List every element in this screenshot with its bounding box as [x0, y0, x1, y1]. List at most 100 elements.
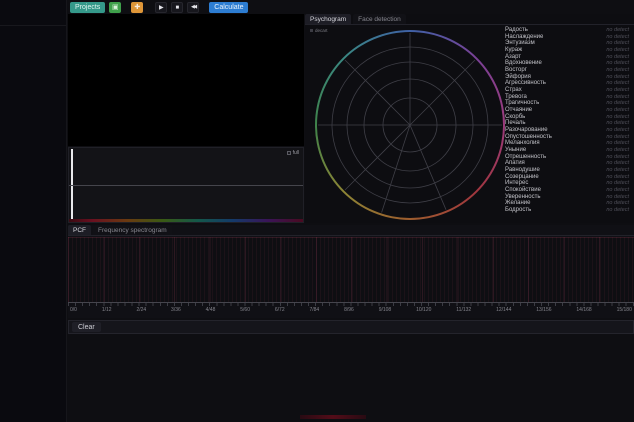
- open-media-icon-button[interactable]: ▣: [109, 2, 121, 13]
- emotion-name: Желание: [505, 200, 530, 206]
- full-checkbox[interactable]: full: [287, 150, 299, 156]
- emotion-row: Тревога no detect: [505, 94, 629, 101]
- emotion-value: no detect: [606, 167, 629, 173]
- tab-frequency-spectrogram[interactable]: Frequency spectrogram: [93, 225, 172, 235]
- waveform-panel[interactable]: full: [68, 147, 304, 223]
- rewind-icon: ◀◀: [191, 5, 196, 10]
- emotion-name: Печаль: [505, 120, 526, 126]
- emotion-name: Созерцание: [505, 174, 539, 180]
- emotion-name: Меланхолия: [505, 140, 540, 146]
- emotion-row: Желание no detect: [505, 200, 629, 207]
- axis-tick-label: 0/0: [70, 307, 77, 313]
- tab-pcf[interactable]: PCF: [68, 225, 91, 235]
- tab-psychogram[interactable]: Psychogram: [305, 14, 351, 24]
- plus-icon: ✚: [134, 4, 140, 11]
- emotion-name: Скорбь: [505, 114, 525, 120]
- emotion-row: Трагичность no detect: [505, 100, 629, 107]
- frame-icon: ▣: [112, 4, 119, 11]
- emotion-value: no detect: [606, 47, 629, 53]
- emotion-value: no detect: [606, 194, 629, 200]
- add-icon-button[interactable]: ✚: [131, 2, 143, 13]
- emotion-value: no detect: [606, 134, 629, 140]
- emotion-value: no detect: [606, 27, 629, 33]
- emotion-name: Азарт: [505, 54, 521, 60]
- emotion-value: no detect: [606, 54, 629, 60]
- emotion-row: Уныние no detect: [505, 147, 629, 154]
- emotion-name: Вдохновение: [505, 60, 542, 66]
- waveform-color-strip: [69, 219, 303, 222]
- axis-tick-label: 4/48: [206, 307, 216, 313]
- emotion-value: no detect: [606, 160, 629, 166]
- emotion-value: no detect: [606, 187, 629, 193]
- spectrogram-panel: PCF Frequency spectrogram 0/0 1/12 2/24 …: [68, 225, 634, 318]
- emotion-row: Азарт no detect: [505, 54, 629, 61]
- emotion-row: Радость no detect: [505, 27, 629, 34]
- emotion-name: Разочарование: [505, 127, 548, 133]
- emotion-value: no detect: [606, 120, 629, 126]
- emotion-name: Агрессивность: [505, 80, 546, 86]
- emotion-value: no detect: [606, 127, 629, 133]
- emotion-row: Апатия no detect: [505, 160, 629, 167]
- playhead-marker[interactable]: [71, 149, 73, 219]
- emotion-value: no detect: [606, 107, 629, 113]
- emotion-name: Интерес: [505, 180, 528, 186]
- emotion-value: no detect: [606, 80, 629, 86]
- emotion-value: no detect: [606, 74, 629, 80]
- legend-swatch-icon: [310, 29, 313, 32]
- clear-bar: Clear: [68, 320, 634, 334]
- emotion-row: Печаль no detect: [505, 120, 629, 127]
- play-button[interactable]: ▶: [155, 2, 167, 13]
- emotion-row: Равнодушие no detect: [505, 167, 629, 174]
- emotion-value: no detect: [606, 67, 629, 73]
- axis-tick-label: 15/180: [617, 307, 632, 313]
- checkbox-icon[interactable]: [287, 151, 291, 155]
- axis-tick-label: 5/60: [240, 307, 250, 313]
- emotion-value: no detect: [606, 154, 629, 160]
- emotion-name: Спокойствие: [505, 187, 541, 193]
- waveform-zero-line: [69, 185, 303, 186]
- tab-face-detection[interactable]: Face detection: [353, 14, 406, 24]
- emotion-row: Опустошенность no detect: [505, 134, 629, 141]
- clear-button[interactable]: Clear: [72, 322, 101, 332]
- emotion-name: Отрешенность: [505, 154, 546, 160]
- emotion-value: no detect: [606, 140, 629, 146]
- emotion-value: no detect: [606, 34, 629, 40]
- emotion-row: Уверенность no detect: [505, 194, 629, 201]
- axis-tick-label: 8/96: [344, 307, 354, 313]
- emotion-name: Наслаждение: [505, 34, 543, 40]
- spectrogram-plot-area[interactable]: [68, 237, 634, 302]
- emotion-row: Меланхолия no detect: [505, 140, 629, 147]
- emotion-row: Наслаждение no detect: [505, 34, 629, 41]
- emotion-name: Страх: [505, 87, 522, 93]
- axis-tick-label: 6/72: [275, 307, 285, 313]
- emotion-value: no detect: [606, 147, 629, 153]
- emotion-name: Отчаяние: [505, 107, 532, 113]
- emotion-value: no detect: [606, 114, 629, 120]
- emotion-value: no detect: [606, 200, 629, 206]
- emotion-name: Трагичность: [505, 100, 539, 106]
- emotion-name: Равнодушие: [505, 167, 540, 173]
- axis-tick-label: 7/84: [309, 307, 319, 313]
- calculate-button[interactable]: Calculate: [209, 2, 248, 13]
- stop-icon: ■: [175, 5, 179, 11]
- radar-grid: [315, 30, 505, 220]
- full-checkbox-label: full: [293, 150, 299, 156]
- projects-button[interactable]: Projects: [70, 2, 105, 13]
- left-sidebar[interactable]: [0, 0, 67, 422]
- axis-tick-label: 12/144: [496, 307, 511, 313]
- emotion-row: Отчаяние no detect: [505, 107, 629, 114]
- psychogram-radar-chart: [315, 30, 505, 220]
- rewind-button[interactable]: ◀◀: [187, 2, 199, 13]
- axis-tick-label: 9/108: [379, 307, 392, 313]
- emotion-row: Отрешенность no detect: [505, 154, 629, 161]
- bottom-red-artifact: [300, 415, 366, 419]
- spectrogram-axis-ticks: [68, 302, 634, 306]
- axis-tick-label: 11/132: [456, 307, 471, 313]
- axis-tick-label: 2/24: [136, 307, 146, 313]
- stop-button[interactable]: ■: [171, 2, 183, 13]
- psychogram-tabbar: Psychogram Face detection: [305, 14, 634, 25]
- emotion-row: Разочарование no detect: [505, 127, 629, 134]
- psychogram-panel: Psychogram Face detection decart: [305, 14, 634, 223]
- play-icon: ▶: [159, 5, 164, 11]
- emotion-row: Вдохновение no detect: [505, 60, 629, 67]
